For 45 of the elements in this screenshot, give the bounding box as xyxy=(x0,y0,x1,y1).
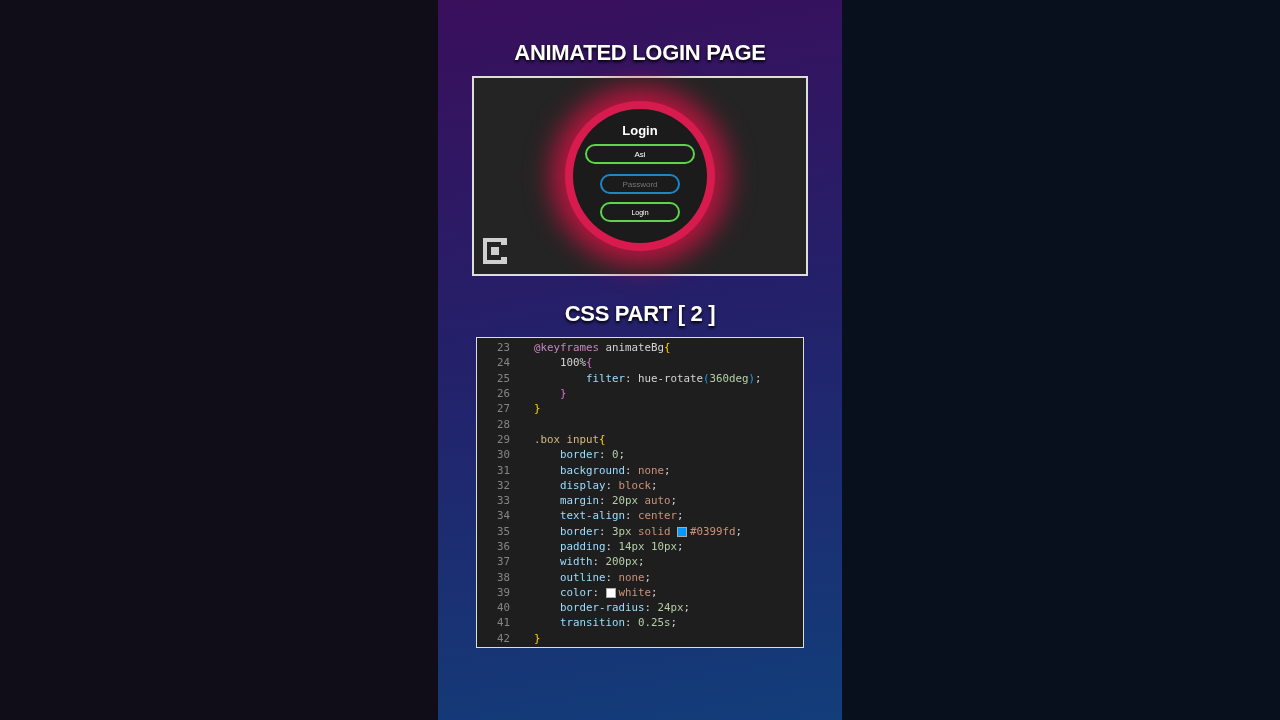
code-line: border: 3px solid #0399fd; xyxy=(559,524,743,538)
line-number: 30 xyxy=(496,448,510,462)
line-number: 37 xyxy=(496,555,510,569)
line-number: 34 xyxy=(496,509,510,523)
code-line: filter: hue-rotate(360deg); xyxy=(585,371,762,385)
logo-icon xyxy=(483,238,507,264)
line-number: 42 xyxy=(496,631,510,645)
line-number: 32 xyxy=(496,478,510,492)
code-line: display: block; xyxy=(559,478,658,492)
code-line: border: 0; xyxy=(559,448,626,462)
line-number: 41 xyxy=(496,616,510,630)
line-number: 28 xyxy=(496,417,510,431)
page-heading: ANIMATED LOGIN PAGE xyxy=(514,40,766,66)
line-number: 26 xyxy=(496,387,510,401)
line-number: 33 xyxy=(496,494,510,508)
line-number: 39 xyxy=(496,585,510,599)
code-line: padding: 14px 10px; xyxy=(559,540,684,553)
code-line: transition: 0.25s; xyxy=(559,616,678,630)
line-number: 40 xyxy=(496,601,510,615)
line-number: 31 xyxy=(496,463,510,477)
password-field[interactable]: Password xyxy=(600,174,680,194)
line-number: 36 xyxy=(496,540,510,553)
line-number: 38 xyxy=(496,570,510,584)
login-title: Login xyxy=(622,123,658,138)
code-line: border-radius: 24px; xyxy=(559,601,691,615)
code-line: margin: 20px auto; xyxy=(559,494,678,508)
code-line: color: white; xyxy=(559,585,658,599)
code-line: } xyxy=(534,402,541,416)
line-number: 25 xyxy=(496,371,510,385)
line-number: 29 xyxy=(496,432,510,446)
username-field[interactable]: Asi xyxy=(585,144,695,164)
code-line: width: 200px; xyxy=(559,555,645,569)
code-line: outline: none; xyxy=(559,570,652,584)
section-heading: CSS PART [ 2 ] xyxy=(564,301,716,327)
line-number: 35 xyxy=(496,524,510,538)
code-line: } xyxy=(559,387,567,401)
code-line: text-align: center; xyxy=(559,509,684,523)
line-number: 24 xyxy=(496,356,510,370)
line-number: 27 xyxy=(496,402,510,416)
code-line: } xyxy=(534,631,541,645)
code-line: background: none; xyxy=(559,463,671,477)
code-line: @keyframes animateBg{ xyxy=(534,341,671,355)
code-line: .box input{ xyxy=(534,432,606,446)
line-number: 23 xyxy=(496,341,510,355)
code-line: 100%{ xyxy=(559,356,593,370)
